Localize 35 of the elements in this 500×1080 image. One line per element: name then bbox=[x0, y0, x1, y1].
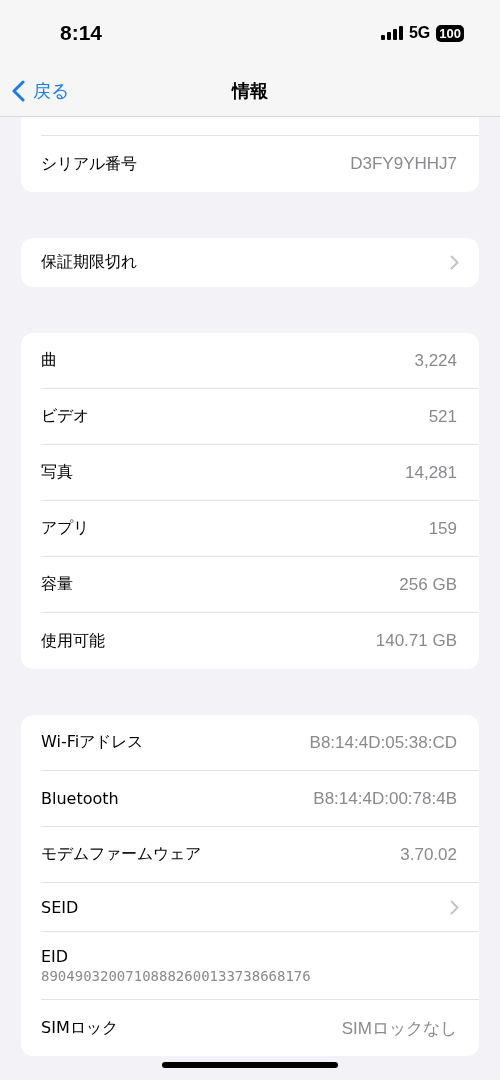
status-time: 8:14 bbox=[60, 21, 103, 45]
signal-icon bbox=[380, 26, 403, 40]
row-value: 89049032007108882600133738668176 bbox=[41, 968, 311, 984]
back-button[interactable]: 戻る bbox=[0, 79, 69, 103]
battery-indicator: 100 bbox=[436, 24, 464, 42]
network-label: 5G bbox=[408, 24, 431, 42]
row-value: SIMロックなし bbox=[341, 1017, 457, 1040]
row-value: B8:14:4D:00:78:4B bbox=[313, 788, 457, 809]
row-label: アプリ bbox=[41, 518, 89, 539]
row-value: 256 GB bbox=[399, 574, 457, 595]
row-label[interactable]: 保証期限切れ bbox=[41, 252, 137, 273]
row-value: 159 bbox=[428, 518, 457, 539]
row-label: Bluetooth bbox=[41, 789, 119, 808]
back-chevron-icon bbox=[12, 80, 25, 102]
row-value: D3FY9YHHJ7 bbox=[350, 154, 457, 174]
row-label: モデムファームウェア bbox=[41, 844, 201, 865]
chevron-right-icon[interactable] bbox=[450, 255, 459, 270]
screen-title: 情報 bbox=[232, 79, 268, 103]
row-label: 容量 bbox=[41, 574, 73, 595]
row-value: 3,224 bbox=[414, 350, 457, 371]
row-value: 14,281 bbox=[405, 462, 457, 483]
row-value: 3.70.02 bbox=[400, 844, 457, 865]
row-label: ビデオ bbox=[41, 406, 89, 427]
chevron-right-icon[interactable] bbox=[450, 899, 459, 915]
row-label[interactable]: SEID bbox=[41, 897, 79, 917]
row-label: 曲 bbox=[41, 350, 57, 371]
row-label: 写真 bbox=[41, 462, 73, 483]
row-label: シリアル番号 bbox=[41, 153, 137, 175]
row-value: B8:14:4D:05:38:CD bbox=[309, 732, 457, 753]
row-label: 使用可能 bbox=[41, 630, 105, 652]
row-label: EID bbox=[41, 947, 69, 966]
row-value: 521 bbox=[428, 406, 457, 427]
row-value: 140.71 GB bbox=[375, 631, 457, 651]
row-label: Wi-Fiアドレス bbox=[41, 732, 144, 753]
row-label: SIMロック bbox=[41, 1017, 118, 1039]
